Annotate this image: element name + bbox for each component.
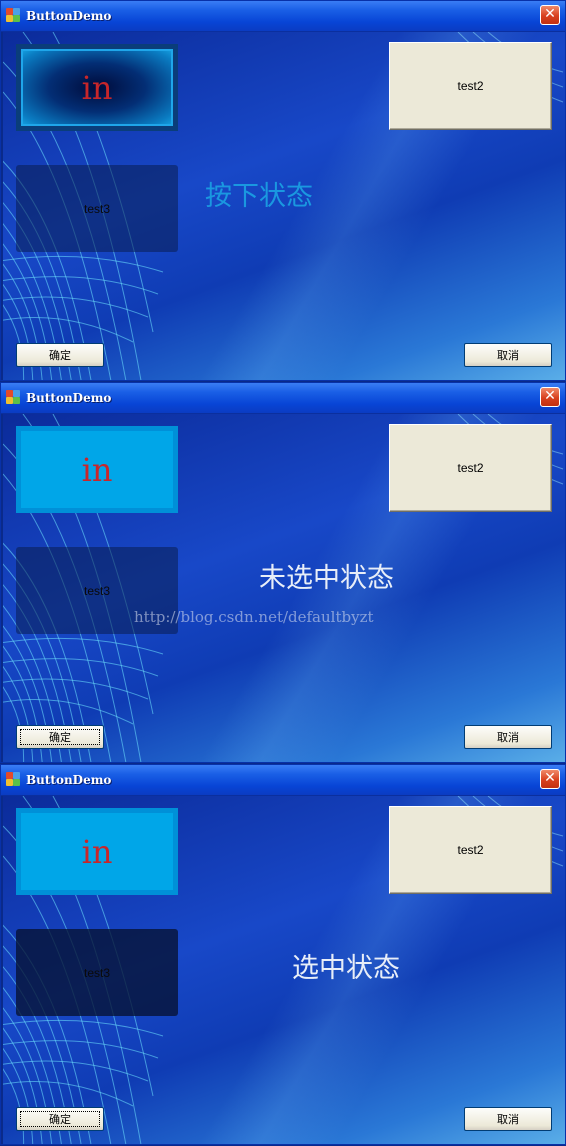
in-button[interactable]: in — [16, 808, 178, 895]
state-label: 未选中状态 — [259, 563, 394, 594]
test3-button[interactable]: test3 — [16, 165, 178, 252]
cancel-button[interactable]: 取消 — [464, 1107, 552, 1131]
state-label: 按下状态 — [205, 181, 313, 212]
close-icon: ✕ — [544, 388, 556, 404]
in-button[interactable]: in — [16, 44, 178, 131]
title-bar[interactable]: ButtonDemo ✕ — [1, 765, 565, 796]
in-button[interactable]: in — [16, 426, 178, 513]
ok-button[interactable]: 确定 — [16, 725, 104, 749]
test3-button[interactable]: test3 — [16, 929, 178, 1016]
cancel-button[interactable]: 取消 — [464, 343, 552, 367]
title-bar[interactable]: ButtonDemo ✕ — [1, 1, 565, 32]
app-icon[interactable] — [6, 8, 21, 23]
watermark: http://blog.csdn.net/defaultbyzt — [134, 608, 374, 626]
client-area: in test2 test3 选中状态 确定 取消 — [3, 796, 565, 1144]
close-button[interactable]: ✕ — [540, 5, 560, 25]
close-icon: ✕ — [544, 770, 556, 786]
window-unselected-state: ButtonDemo ✕ in test2 test3 未选中状态 http:/… — [0, 382, 566, 763]
test2-button[interactable]: test2 — [389, 424, 552, 512]
window-title: ButtonDemo — [26, 9, 112, 23]
close-icon: ✕ — [544, 6, 556, 22]
window-pressed-state: ButtonDemo ✕ in test2 test3 按下状态 确定 取消 — [0, 0, 566, 381]
close-button[interactable]: ✕ — [540, 387, 560, 407]
test2-button[interactable]: test2 — [389, 42, 552, 130]
title-bar[interactable]: ButtonDemo ✕ — [1, 383, 565, 414]
client-area: in test2 test3 未选中状态 http://blog.csdn.ne… — [3, 414, 565, 762]
app-icon[interactable] — [6, 772, 21, 787]
ok-button[interactable]: 确定 — [16, 343, 104, 367]
cancel-button[interactable]: 取消 — [464, 725, 552, 749]
app-icon[interactable] — [6, 390, 21, 405]
client-area: in test2 test3 按下状态 确定 取消 — [3, 32, 565, 380]
window-title: ButtonDemo — [26, 391, 112, 405]
state-label: 选中状态 — [292, 953, 400, 984]
test2-button[interactable]: test2 — [389, 806, 552, 894]
ok-button[interactable]: 确定 — [16, 1107, 104, 1131]
window-title: ButtonDemo — [26, 773, 112, 787]
window-selected-state: ButtonDemo ✕ in test2 test3 选中状态 确定 取消 — [0, 764, 566, 1145]
close-button[interactable]: ✕ — [540, 769, 560, 789]
